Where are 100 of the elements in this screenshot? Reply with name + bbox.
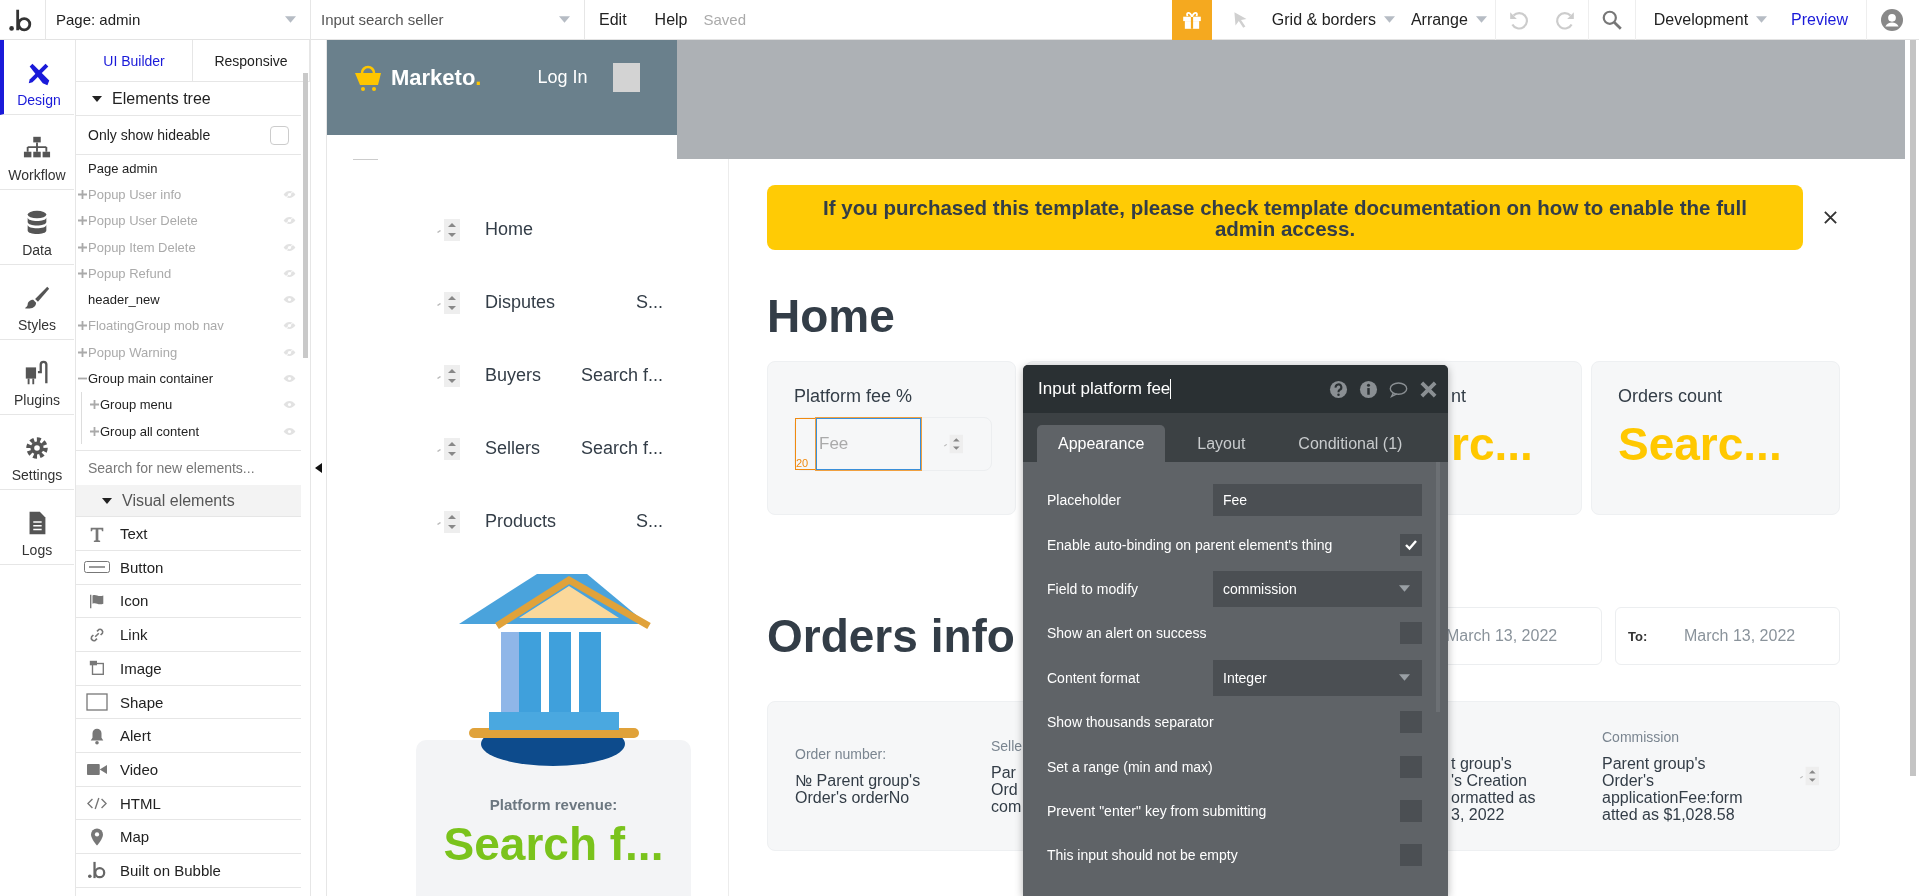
dropdown[interactable]: Integer [1213, 659, 1422, 696]
notice-text: If you purchased this template, please check template documentation on how to enable the full admin access. [822, 196, 1748, 239]
stepper-icon[interactable] [436, 217, 460, 242]
search-icon[interactable] [1600, 8, 1623, 31]
editor-tab[interactable]: Conditional (1) [1277, 425, 1424, 462]
dropdown[interactable]: commission [1213, 570, 1422, 607]
element-dropdown[interactable]: Input search seller [310, 0, 585, 40]
triangle-icon [102, 495, 112, 506]
menu-link[interactable]: Disputes [485, 292, 556, 313]
login-link[interactable]: Log In [537, 67, 588, 88]
scrollbar[interactable] [303, 73, 308, 358]
plus-icon[interactable] [77, 321, 87, 331]
tree-item[interactable]: Page admin [76, 160, 301, 176]
preview-link[interactable]: Preview [1781, 0, 1866, 40]
menu-link[interactable]: Home [485, 219, 533, 240]
plus-icon[interactable] [89, 400, 99, 410]
plus-icon[interactable] [77, 216, 87, 226]
stepper-icon[interactable] [436, 363, 460, 388]
stepper-icon[interactable] [436, 436, 460, 461]
caret-icon [1399, 674, 1410, 682]
caret-icon [1383, 16, 1395, 23]
stepper-icon[interactable] [436, 509, 460, 534]
shopping-bag-icon [353, 64, 383, 91]
stepper-icon[interactable] [436, 290, 460, 315]
close-icon[interactable] [1823, 210, 1838, 225]
menu-link[interactable]: Products [485, 511, 557, 532]
tree-item[interactable]: Group menu [100, 397, 283, 413]
element-item[interactable]: Button [76, 550, 301, 585]
column-value: № Parent group's Order's orderNo [795, 772, 921, 806]
sidebar-tab[interactable]: Design [0, 40, 74, 115]
sidebar-tab[interactable]: Styles [0, 265, 74, 340]
plus-icon[interactable] [77, 242, 87, 252]
element-item[interactable]: HTML [76, 786, 301, 821]
environment-dropdown[interactable]: Development [1635, 0, 1782, 40]
brand-name[interactable]: Marketo. [391, 64, 482, 91]
toolbar-dropdown[interactable]: Arrange [1402, 0, 1495, 40]
section-header[interactable]: Visual elements [76, 485, 301, 518]
panel-tab[interactable]: UI Builder [76, 40, 193, 81]
comment-icon[interactable] [1389, 379, 1408, 399]
element-item[interactable]: Alert [76, 719, 301, 754]
section-header[interactable]: Elements tree [76, 82, 301, 116]
sidebar-tab[interactable]: Logs [0, 490, 74, 565]
tree-item[interactable]: header_new [88, 292, 283, 308]
plus-icon[interactable] [77, 347, 87, 357]
card-title: Platform fee % [794, 386, 914, 407]
plus-icon[interactable] [77, 189, 87, 199]
element-item[interactable]: Built on Bubble [76, 854, 301, 888]
editor-tab[interactable]: Appearance [1037, 425, 1166, 462]
stepper-icon[interactable] [943, 433, 963, 455]
element-item[interactable]: Text [76, 517, 301, 551]
triangle-icon [92, 93, 102, 104]
eye-icon[interactable] [283, 295, 296, 305]
sidebar-tab[interactable]: Settings [0, 415, 74, 490]
eye-icon[interactable] [283, 426, 296, 436]
editor-tab[interactable]: Layout [1176, 425, 1267, 462]
element-item[interactable]: Link [76, 618, 301, 652]
sidebar-tab[interactable]: Workflow [0, 115, 74, 190]
help-icon[interactable] [1329, 379, 1348, 399]
toolbar-dropdown[interactable]: Grid & borders [1263, 0, 1403, 40]
menu-link[interactable]: Sellers [485, 438, 541, 459]
tree-item[interactable]: Group main container [88, 371, 283, 386]
property-label: Show an alert on success [1047, 625, 1208, 642]
sidebar-tab[interactable]: Data [0, 190, 74, 265]
plus-icon[interactable] [89, 426, 99, 436]
info-icon[interactable] [1359, 379, 1378, 399]
scrollbar[interactable] [1910, 40, 1916, 776]
avatar-icon[interactable] [1881, 8, 1903, 31]
eye-slash-icon[interactable] [283, 321, 296, 331]
checkbox[interactable] [1400, 533, 1422, 556]
eye-slash-icon[interactable] [283, 242, 296, 252]
eye-icon[interactable] [283, 400, 296, 410]
plus-icon[interactable] [77, 268, 87, 278]
menu-link[interactable]: Buyers [485, 365, 542, 386]
eye-icon[interactable] [283, 374, 296, 383]
element-item[interactable]: Shape [76, 685, 301, 720]
property-label: Placeholder [1047, 492, 1122, 509]
eye-slash-icon[interactable] [283, 268, 296, 278]
tree-item[interactable]: Group all content [100, 423, 283, 439]
sidebar-tab[interactable]: Plugins [0, 340, 74, 415]
stepper-icon[interactable] [1799, 765, 1819, 787]
card-title: nt [1451, 386, 1467, 407]
date-field[interactable]: To: March 13, 2022 [1615, 607, 1840, 665]
checkbox[interactable] [270, 125, 289, 145]
menu-item[interactable]: Help [640, 0, 702, 40]
text-field[interactable]: Fee [1213, 484, 1422, 517]
count-text: S... [636, 511, 663, 532]
image-placeholder [612, 63, 640, 92]
element-item[interactable]: Image [76, 652, 301, 686]
caret-icon [1756, 16, 1768, 23]
fee-input[interactable]: Fee [816, 418, 921, 470]
element-item[interactable]: Icon [76, 584, 301, 619]
page-dropdown[interactable]: Page: admin [45, 0, 310, 40]
eye-slash-icon[interactable] [283, 189, 296, 199]
search-field[interactable]: Search for new elements... [76, 451, 288, 486]
eye-slash-icon[interactable] [283, 216, 296, 226]
gift-button[interactable] [1171, 0, 1212, 40]
element-item[interactable]: Map [76, 820, 301, 855]
menu-item[interactable]: Edit [585, 0, 641, 40]
eye-slash-icon[interactable] [283, 347, 296, 357]
element-item[interactable]: Video [76, 753, 301, 787]
